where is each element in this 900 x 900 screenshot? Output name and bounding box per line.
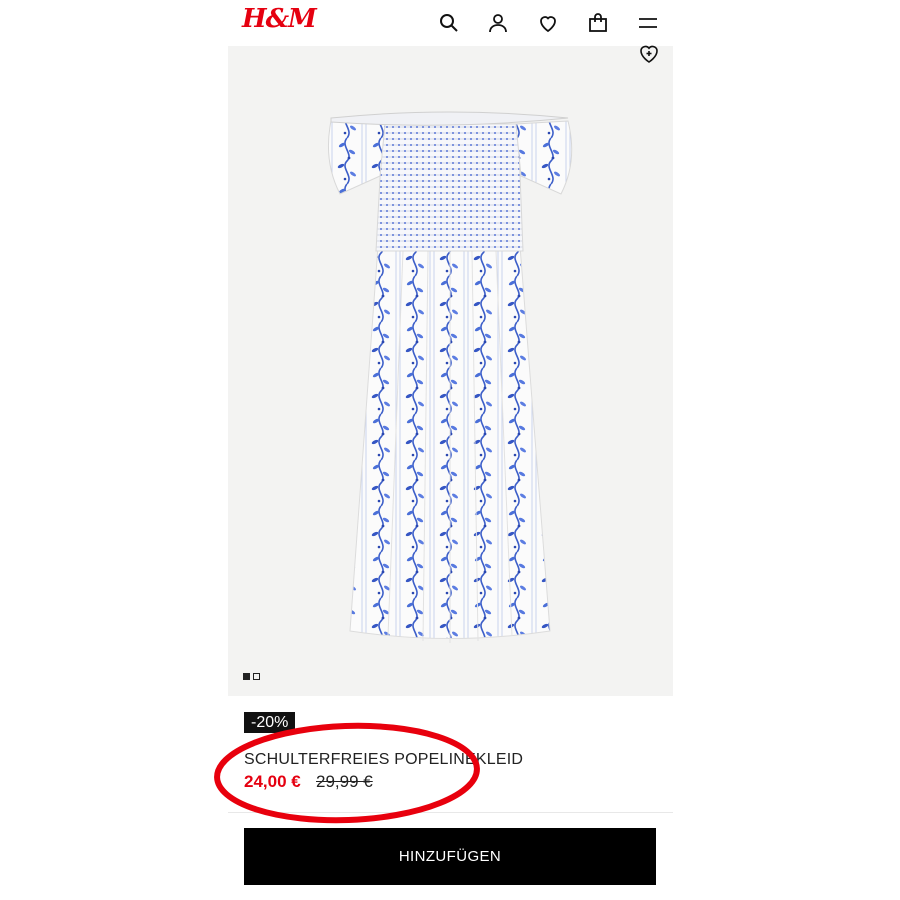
- wishlist-heart-icon[interactable]: [635, 42, 663, 66]
- search-icon[interactable]: [437, 11, 461, 35]
- hm-logo[interactable]: H&M: [242, 4, 317, 34]
- top-header: H&M: [228, 0, 673, 46]
- divider: [228, 812, 673, 813]
- menu-icon[interactable]: [636, 11, 660, 35]
- page-margin-right: [673, 0, 900, 900]
- original-price: 29,99 €: [316, 772, 373, 791]
- bag-icon[interactable]: [586, 11, 610, 35]
- favorites-icon[interactable]: [536, 11, 560, 35]
- gallery-pagination: [243, 673, 260, 680]
- add-to-cart-button[interactable]: HINZUFÜGEN: [244, 828, 656, 885]
- discount-badge: -20%: [244, 712, 296, 733]
- page-margin-left: [0, 0, 228, 900]
- product-name: SCHULTERFREIES POPELINEKLEID: [244, 751, 524, 768]
- account-icon[interactable]: [486, 11, 510, 35]
- gallery-dot-1[interactable]: [243, 673, 250, 680]
- product-image[interactable]: [228, 45, 673, 696]
- mobile-screen: H&M -20% SCHULTERFREIES POPELINEKLEID 24…: [228, 0, 673, 900]
- sale-price: 24,00 €: [244, 772, 301, 791]
- gallery-dot-2[interactable]: [253, 673, 260, 680]
- dress-illustration: [327, 111, 573, 643]
